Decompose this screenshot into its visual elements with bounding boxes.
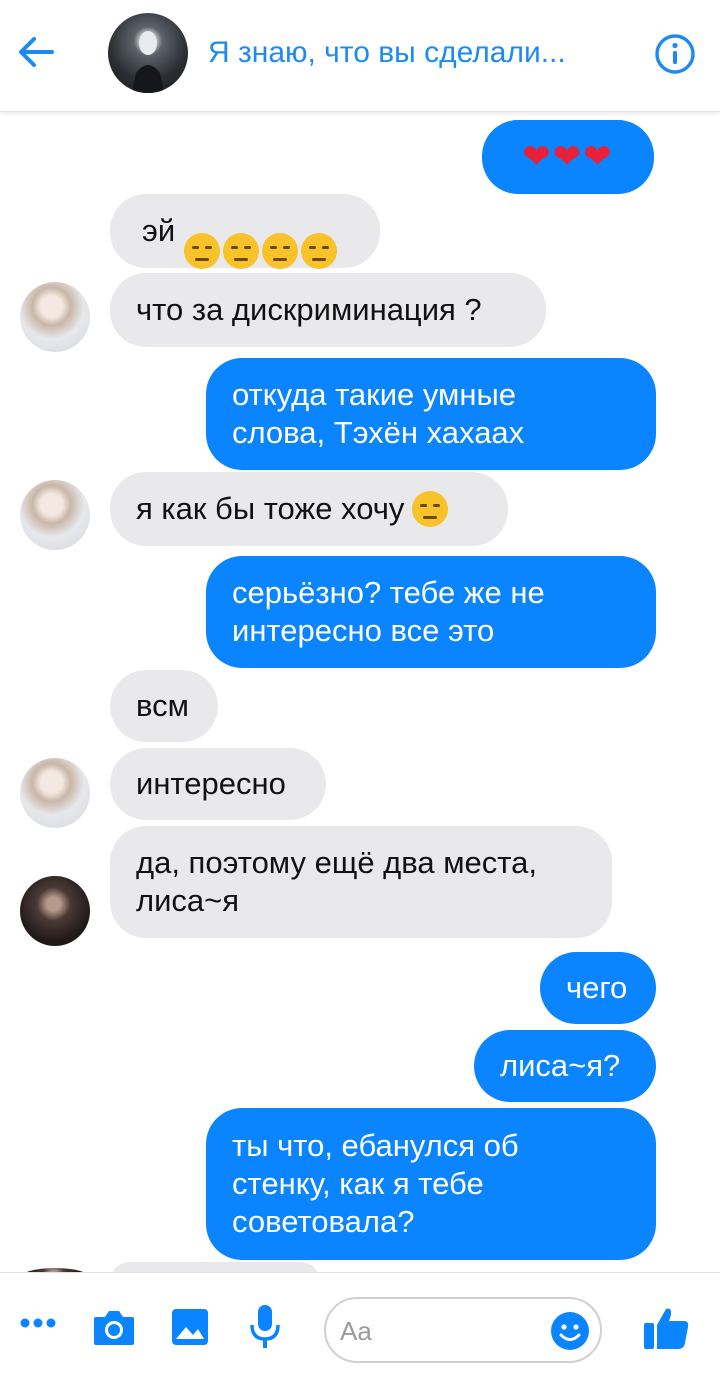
camera-icon[interactable] (92, 1307, 136, 1347)
message-text: откуда такие умные слова, Тэхён хахаах (232, 377, 525, 450)
face-emoji-icon (184, 233, 221, 270)
message-text: серьёзно? тебе же не интересно все это (232, 575, 545, 648)
message-text: эй (142, 213, 176, 248)
sender-avatar[interactable] (20, 876, 90, 946)
message-bubble-outgoing[interactable]: серьёзно? тебе же не интересно все это (206, 556, 656, 668)
face-emoji-icon (301, 233, 338, 270)
message-composer (0, 1272, 720, 1384)
message-thread[interactable]: ❤❤❤ эй что за дискриминация ? откуда так… (0, 112, 720, 1272)
unamused-emoji-group (181, 193, 338, 270)
message-text: да, поэтому ещё два места, лиса~я (136, 845, 538, 918)
image-icon[interactable] (170, 1307, 210, 1347)
message-text: чего (566, 970, 628, 1005)
conversation-header: Я знаю, что вы сделали... (0, 0, 720, 112)
message-bubble-incoming[interactable]: да, поэтому ещё два места, лиса~я (110, 826, 612, 938)
message-bubble-outgoing[interactable]: чего (540, 952, 656, 1024)
message-bubble-outgoing[interactable]: ты что, ебанулся об стенку, как я тебе с… (206, 1108, 656, 1260)
message-text: интересно (136, 766, 286, 801)
message-bubble-outgoing[interactable]: ❤❤❤ (482, 120, 654, 194)
message-text: что за дискриминация ? (136, 292, 482, 327)
sender-avatar[interactable] (20, 480, 90, 550)
message-text: всм (136, 688, 189, 723)
message-bubble-incoming[interactable]: всм (110, 670, 218, 742)
sender-avatar[interactable] (20, 282, 90, 352)
message-bubble-outgoing[interactable]: откуда такие умные слова, Тэхён хахаах (206, 358, 656, 470)
message-bubble-incoming[interactable]: интересно (110, 748, 326, 820)
message-text: ты что, ебанулся об стенку, как я тебе с… (232, 1128, 519, 1239)
smile-icon[interactable] (550, 1311, 590, 1351)
more-icon[interactable] (20, 1317, 56, 1329)
face-emoji-icon (223, 233, 260, 270)
face-emoji-icon (262, 233, 299, 270)
message-input[interactable] (340, 1313, 540, 1349)
message-bubble-incoming[interactable]: эй (110, 193, 380, 270)
message-input-box[interactable] (324, 1297, 602, 1363)
message-text: я как бы тоже хочу (136, 491, 405, 526)
sender-avatar[interactable] (20, 758, 90, 828)
conversation-title[interactable]: Я знаю, что вы сделали... (208, 36, 628, 70)
back-arrow-icon[interactable] (14, 30, 58, 74)
thumbs-up-icon[interactable] (642, 1303, 690, 1351)
microphone-icon[interactable] (248, 1303, 282, 1351)
message-bubble-incoming[interactable]: что за дискриминация ? (110, 273, 546, 347)
hearts-emoji: ❤❤❤ (522, 137, 614, 177)
message-bubble-incoming-partial[interactable] (110, 1262, 320, 1272)
contact-avatar[interactable] (108, 13, 188, 93)
unamused-emoji-icon (412, 491, 449, 527)
info-icon[interactable] (654, 33, 696, 75)
message-text: лиса~я? (500, 1048, 621, 1083)
message-bubble-outgoing[interactable]: лиса~я? (474, 1030, 656, 1102)
message-bubble-incoming[interactable]: я как бы тоже хочу (110, 472, 508, 546)
